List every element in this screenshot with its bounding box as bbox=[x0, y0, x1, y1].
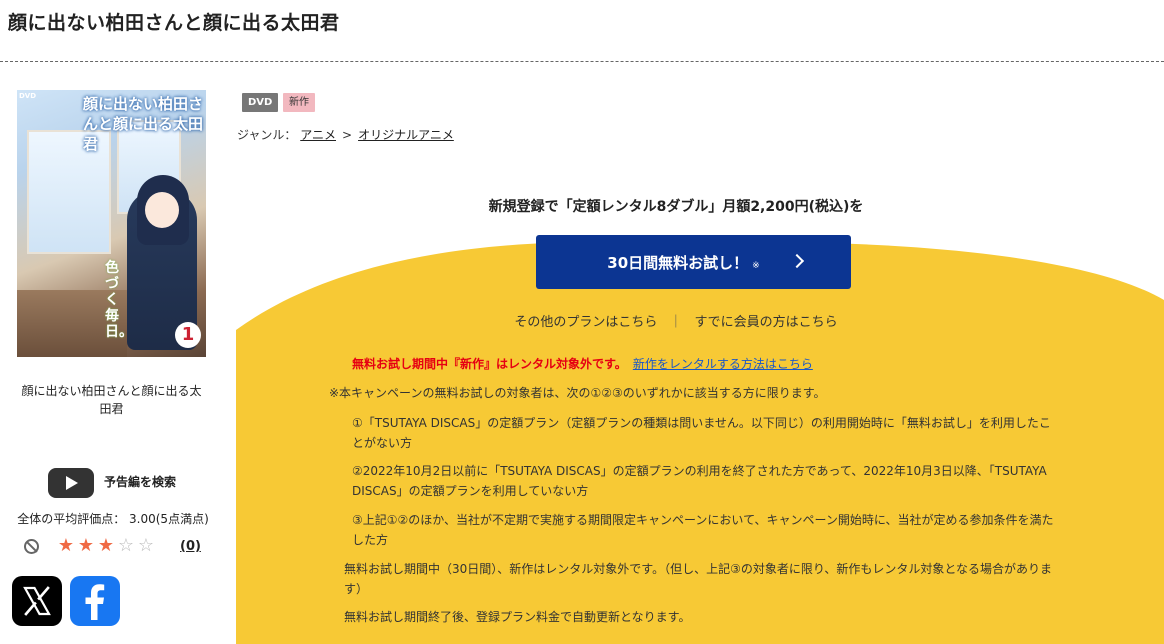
average-rating-text: 全体の平均評価点： 3.00(5点満点) bbox=[17, 512, 209, 526]
eligibility-condition-2: ②2022年10月2日以前に「TSUTAYA DISCAS」の定額プランの利用を… bbox=[352, 464, 1047, 498]
cover-title-logo: 顔に出ない柏田さんと顔に出る太田君 bbox=[83, 95, 204, 153]
trial-period-note: 無料お試し期間中（30日間）、新作はレンタル対象外です。（但し、上記③の対象者に… bbox=[344, 562, 1052, 596]
genre-label: ジャンル： bbox=[237, 128, 297, 142]
star-empty-icon: ☆ bbox=[117, 535, 135, 556]
product-name: 顔に出ない柏田さんと顔に出る太田君 bbox=[21, 384, 202, 416]
cover-volume-number: 1 bbox=[175, 322, 201, 348]
eligibility-condition-3: ③上記①②のほか、当社が不定期で実施する期間限定キャンペーンにおいて、キャンペー… bbox=[352, 513, 1054, 547]
plan-links: その他のプランはこちら ｜ すでに会員の方はこちら bbox=[212, 311, 1140, 330]
warning-text: 無料お試し期間中『新作』はレンタル対象外です。 bbox=[352, 357, 627, 371]
star-filled-icon: ★ bbox=[97, 535, 115, 556]
cover-dvd-mark: DVD bbox=[19, 92, 37, 100]
play-icon bbox=[66, 476, 78, 490]
genre-breadcrumb: ジャンル： アニメ > オリジナルアニメ bbox=[237, 126, 454, 143]
genre-link-original-anime[interactable]: オリジナルアニメ bbox=[358, 128, 454, 142]
promo-headline: 新規登録で「定額レンタル8ダブル」月額2,200円(税込)を bbox=[488, 199, 864, 215]
breadcrumb-separator: > bbox=[342, 128, 353, 142]
title-divider bbox=[0, 61, 1164, 62]
auto-renewal-note: 無料お試し期間終了後、登録プラン料金で自動更新となります。 bbox=[344, 610, 691, 624]
new-release-badge: 新作 bbox=[283, 93, 315, 112]
cover-character-face bbox=[145, 192, 179, 228]
ban-icon bbox=[24, 539, 39, 554]
x-share-button[interactable] bbox=[12, 576, 62, 626]
star-empty-icon: ☆ bbox=[137, 535, 155, 556]
star-filled-icon: ★ bbox=[57, 535, 75, 556]
page-title: 顔に出ない柏田さんと顔に出る太田君 bbox=[8, 12, 340, 34]
format-badge: DVD bbox=[242, 93, 279, 112]
member-login-link[interactable]: すでに会員の方はこちら bbox=[694, 315, 837, 330]
facebook-icon bbox=[85, 584, 105, 620]
review-count-link[interactable]: (0) bbox=[180, 539, 201, 554]
x-icon bbox=[23, 586, 51, 616]
trailer-search-label[interactable]: 予告編を検索 bbox=[104, 473, 176, 490]
other-plans-link[interactable]: その他のプランはこちら bbox=[514, 315, 657, 330]
cover-tagline: 色づく毎日。 bbox=[105, 260, 133, 340]
genre-link-anime[interactable]: アニメ bbox=[300, 128, 336, 142]
rating-stars: ★ ★ ★ ☆ ☆ bbox=[56, 536, 156, 556]
new-release-rental-link[interactable]: 新作をレンタルする方法はこちら bbox=[633, 357, 813, 371]
facebook-share-button[interactable] bbox=[70, 576, 120, 626]
eligibility-condition-1: ①「TSUTAYA DISCAS」の定額プラン（定額プランの種類は問いません。以… bbox=[352, 416, 1051, 450]
trailer-search-button[interactable] bbox=[48, 468, 94, 498]
link-divider: ｜ bbox=[669, 315, 683, 330]
free-trial-button[interactable]: 30日間無料お試し！ ※ bbox=[536, 235, 851, 289]
star-filled-icon: ★ bbox=[77, 535, 95, 556]
campaign-eligibility-note: ※本キャンペーンの無料お試しの対象者は、次の①②③のいずれかに該当する方に限りま… bbox=[329, 386, 826, 400]
cover-image[interactable]: DVD 顔に出ない柏田さんと顔に出る太田君 色づく毎日。 1 bbox=[17, 90, 206, 357]
new-release-warning: 無料お試し期間中『新作』はレンタル対象外です。 新作をレンタルする方法はこちら bbox=[352, 355, 813, 372]
